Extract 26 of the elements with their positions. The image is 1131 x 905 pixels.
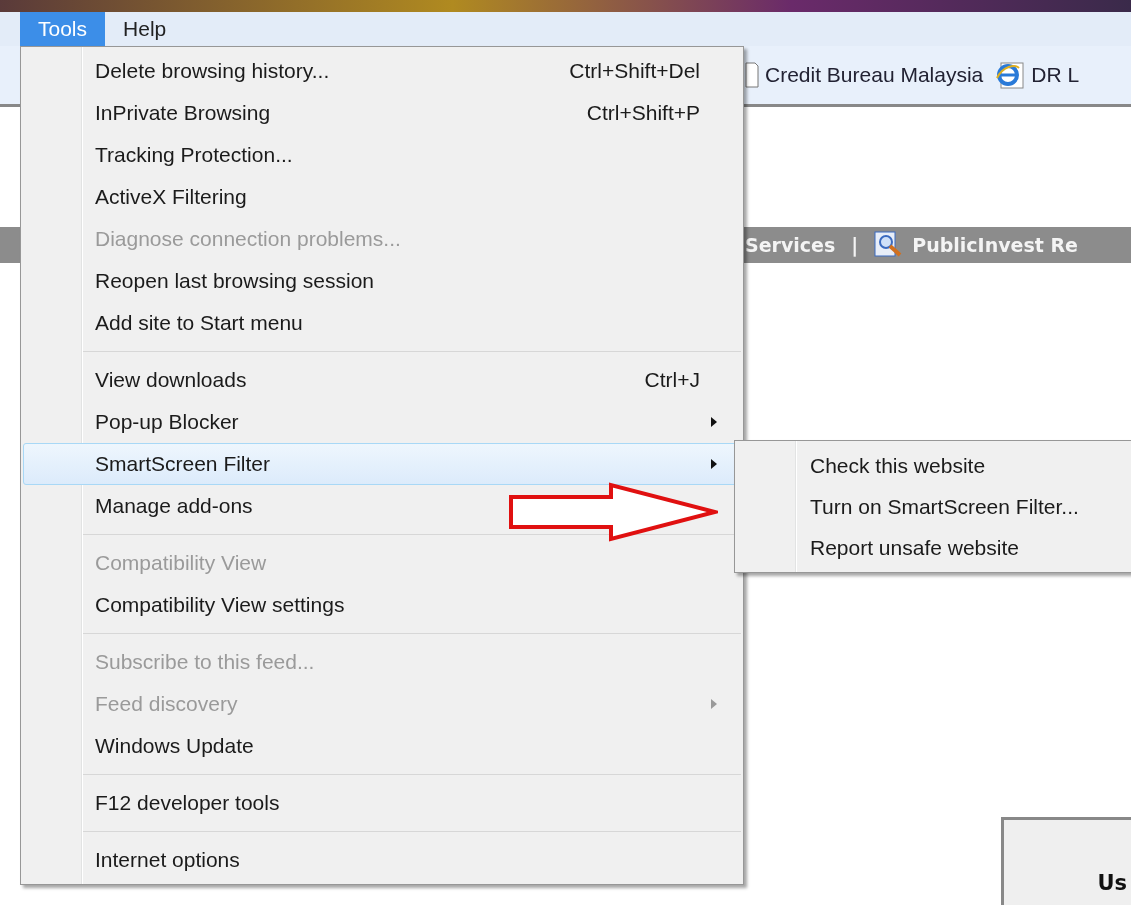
- nav-divider: |: [851, 234, 859, 256]
- menu-item[interactable]: InPrivate Browsing: [95, 101, 271, 124]
- shortcut-label: Ctrl+Shift+P: [586, 101, 700, 125]
- menu-item[interactable]: Add site to Start menu: [95, 311, 303, 334]
- browser-icon: [995, 60, 1026, 90]
- menu-item[interactable]: Report unsafe website: [735, 527, 1131, 568]
- menu-item[interactable]: ActiveX Filtering: [95, 185, 247, 208]
- menu-item[interactable]: Internet options: [95, 848, 240, 871]
- menu-tab[interactable]: Help: [105, 12, 185, 46]
- menu-item[interactable]: Delete browsing history...: [95, 59, 330, 82]
- menu-item[interactable]: Pop-up Blocker: [95, 410, 239, 433]
- shortcut-label: Ctrl+Shift+Del: [569, 59, 700, 83]
- menu-item[interactable]: F12 developer tools: [95, 791, 280, 814]
- menu-item[interactable]: Manage add-ons: [95, 494, 253, 517]
- document-icon: [745, 62, 759, 88]
- menu-item[interactable]: Windows Update: [95, 734, 254, 757]
- shortcut-label: Ctrl+J: [644, 368, 700, 392]
- menu-item[interactable]: Turn on SmartScreen Filter...: [735, 486, 1131, 527]
- menu-item[interactable]: Compatibility View settings: [95, 593, 345, 616]
- favorite-link[interactable]: DR L: [1031, 63, 1080, 87]
- box-label: Us: [1097, 871, 1127, 895]
- arrow-icon: [508, 482, 718, 542]
- menu-item[interactable]: View downloads: [95, 368, 247, 391]
- menu-item[interactable]: Reopen last browsing session: [95, 269, 374, 292]
- menu-item[interactable]: Tracking Protection...: [95, 143, 293, 166]
- favorite-link[interactable]: Credit Bureau Malaysia: [765, 63, 984, 87]
